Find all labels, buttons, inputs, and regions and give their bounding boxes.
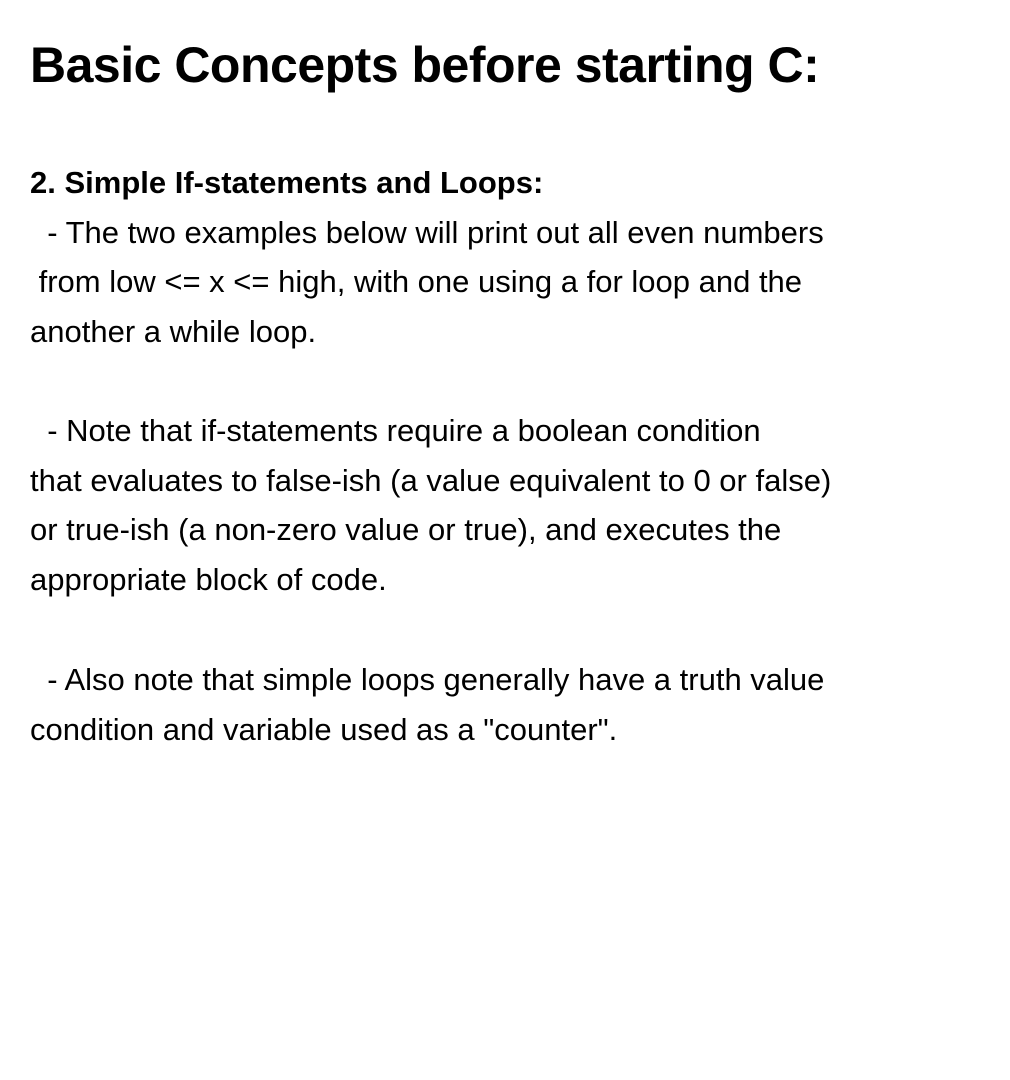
paragraph-line: - Also note that simple loops generally … [30,662,825,697]
paragraph-line: from low <= x <= high, with one using a … [30,264,803,300]
page-title: Basic Concepts before starting C: [30,37,820,93]
paragraph-line: that evaluates to false-ish (a value equ… [30,462,832,498]
section-heading: 2. Simple If-statements and Loops: [30,165,544,200]
paragraph-3: - Also note that simple loops generally … [30,655,824,754]
paragraph-line: another a while loop. [30,313,317,349]
paragraph-line: - Note that if-statements require a bool… [30,413,761,448]
paragraph-line: or true-ish (a non-zero value or true), … [30,512,782,548]
paragraph-2: - Note that if-statements require a bool… [30,406,831,604]
paragraph-line: - The two examples below will print out … [30,214,824,250]
paragraph-line: condition and variable used as a "counte… [30,711,618,747]
section-block: 2. Simple If-statements and Loops: - The… [30,158,824,356]
paragraph-line: appropriate block of code. [30,561,387,597]
